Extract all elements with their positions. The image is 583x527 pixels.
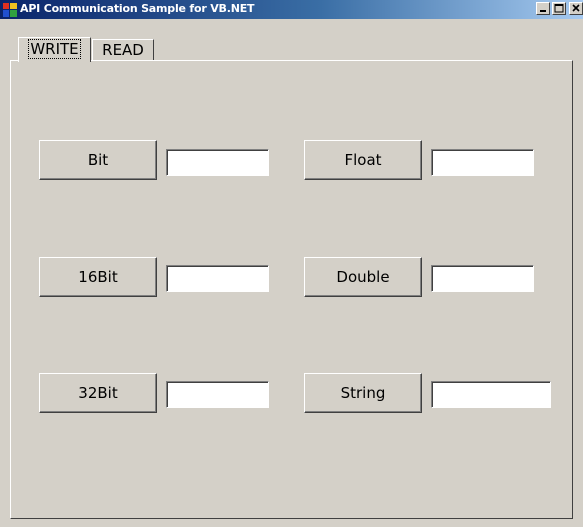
tab-write-label: WRITE	[28, 39, 81, 59]
write-tab-panel	[10, 60, 573, 519]
maximize-button[interactable]	[552, 2, 566, 15]
minimize-button[interactable]	[536, 2, 550, 15]
title-bar[interactable]: API Communication Sample for VB.NET	[0, 0, 583, 19]
close-button[interactable]	[569, 2, 583, 15]
minimize-icon	[540, 10, 546, 12]
tab-read[interactable]: READ	[92, 39, 154, 61]
main-window: API Communication Sample for VB.NET WRIT…	[0, 0, 583, 527]
tab-write[interactable]: WRITE	[18, 37, 91, 62]
app-icon	[3, 2, 17, 17]
window-title: API Communication Sample for VB.NET	[20, 2, 255, 15]
tab-read-label: READ	[102, 41, 144, 59]
close-icon	[572, 4, 580, 12]
maximize-icon	[554, 4, 564, 13]
